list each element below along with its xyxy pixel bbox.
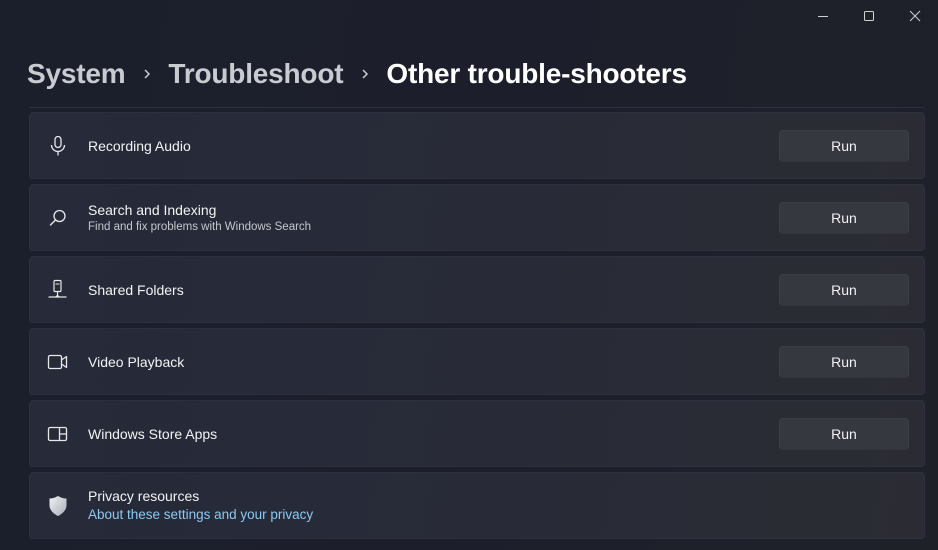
breadcrumb-system[interactable]: System	[27, 58, 126, 90]
troubleshooter-windows-store-apps: Windows Store Apps Run	[29, 400, 925, 467]
troubleshooter-shared-folders: Shared Folders Run	[29, 256, 925, 323]
troubleshooter-list: Recording Audio Run Search and Indexing …	[29, 112, 925, 544]
shared-folder-icon	[46, 278, 70, 302]
minimize-button[interactable]	[800, 0, 846, 32]
video-camera-icon	[46, 350, 70, 374]
troubleshooter-title: Shared Folders	[88, 281, 184, 298]
troubleshooter-title: Video Playback	[88, 353, 185, 370]
privacy-resources-card: Privacy resources About these settings a…	[29, 472, 925, 539]
close-icon	[909, 10, 921, 22]
troubleshooter-title: Search and Indexing	[88, 201, 217, 218]
troubleshooter-recording-audio: Recording Audio Run	[29, 112, 925, 179]
search-icon	[46, 206, 70, 230]
store-apps-icon	[46, 422, 70, 446]
run-windows-store-apps-button[interactable]: Run	[779, 417, 909, 450]
page-title: Other trouble-shooters	[386, 58, 687, 89]
troubleshooter-title: Recording Audio	[88, 137, 191, 154]
close-button[interactable]	[892, 0, 938, 32]
microphone-icon	[46, 134, 70, 158]
troubleshooter-search-indexing: Search and Indexing Find and fix problem…	[29, 184, 925, 251]
troubleshooter-title: Windows Store Apps	[88, 425, 218, 442]
shield-icon	[46, 494, 70, 518]
window-controls	[800, 0, 938, 32]
run-video-playback-button[interactable]: Run	[779, 345, 909, 378]
run-shared-folders-button[interactable]: Run	[779, 273, 909, 306]
maximize-button[interactable]	[846, 0, 892, 32]
run-search-indexing-button[interactable]: Run	[779, 201, 909, 234]
breadcrumb-troubleshoot[interactable]: Troubleshoot	[168, 58, 343, 90]
chevron-right-icon	[125, 56, 168, 92]
breadcrumb: System Troubleshoot Other trouble-shoote…	[27, 56, 687, 92]
run-recording-audio-button[interactable]: Run	[779, 129, 909, 162]
maximize-icon	[864, 11, 874, 21]
scroll-edge-divider	[29, 107, 925, 108]
privacy-link[interactable]: About these settings and your privacy	[88, 505, 313, 525]
privacy-title: Privacy resources	[88, 487, 200, 504]
minimize-icon	[818, 16, 828, 17]
troubleshooter-description: Find and fix problems with Windows Searc…	[88, 220, 312, 233]
chevron-right-icon	[343, 56, 386, 92]
troubleshooter-video-playback: Video Playback Run	[29, 328, 925, 395]
